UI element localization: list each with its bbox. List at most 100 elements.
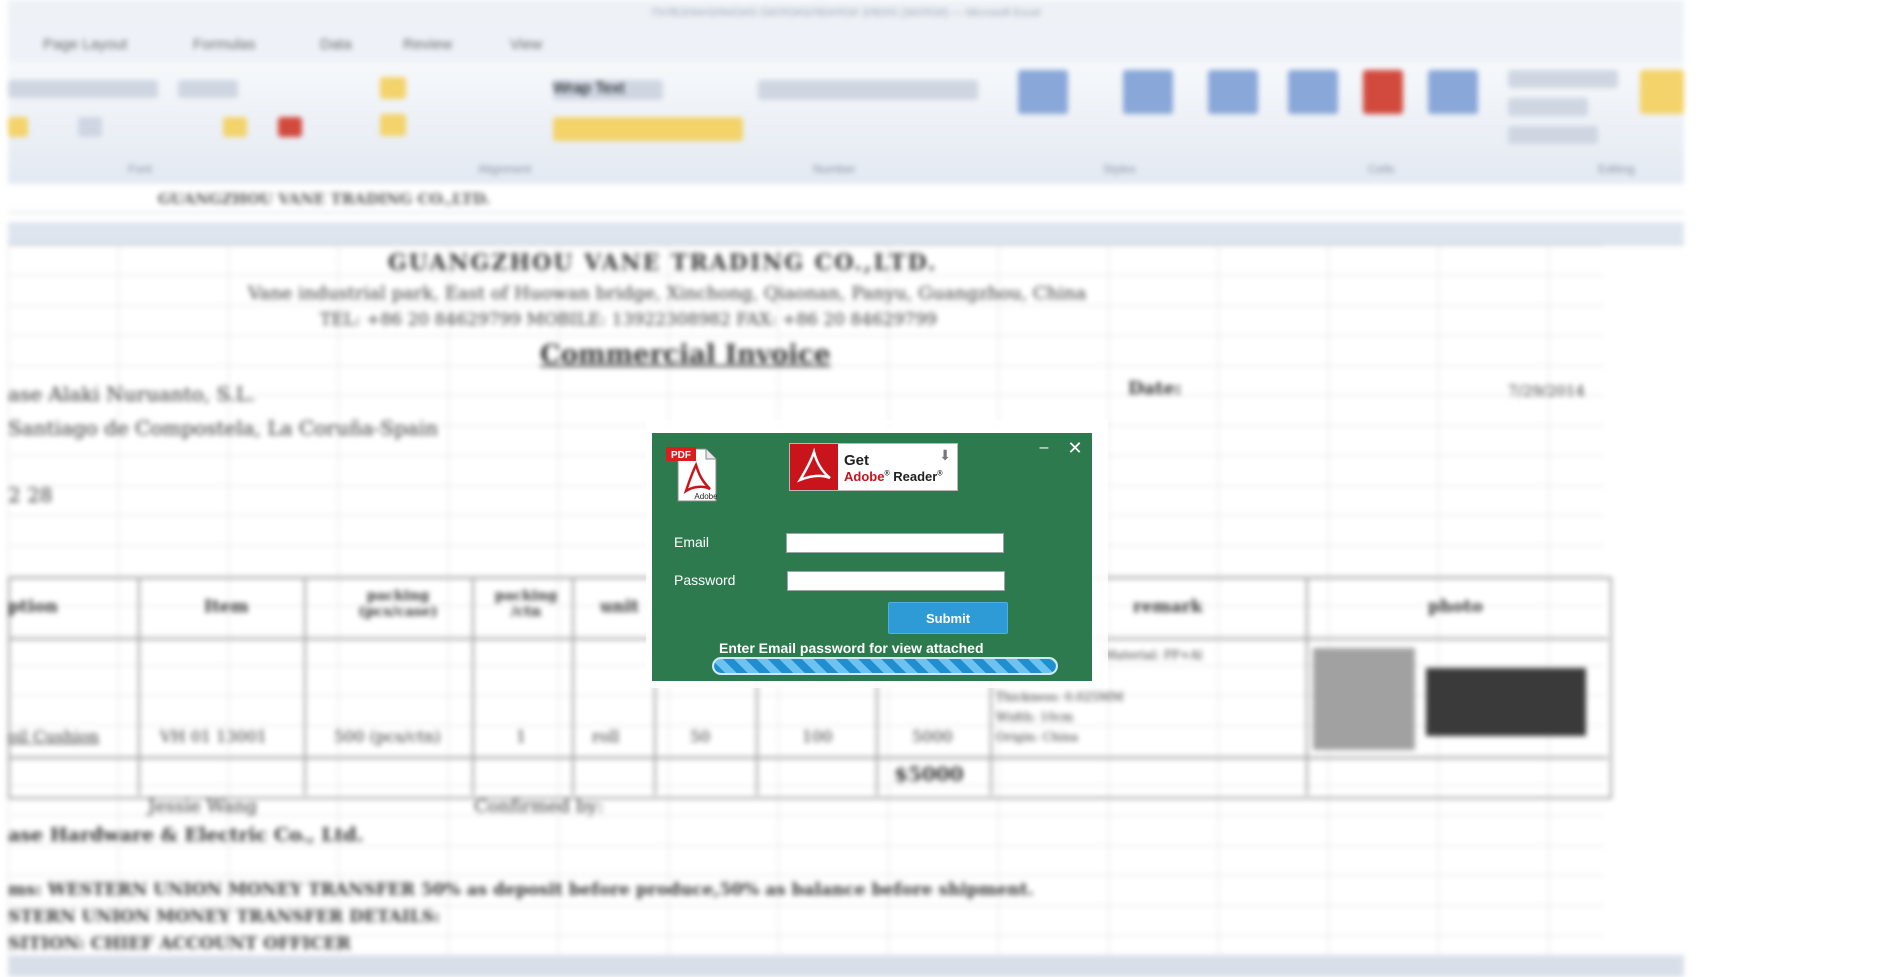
conditional-formatting-button[interactable] — [1018, 70, 1068, 114]
ribbon-group-cells: Cells — [1368, 162, 1395, 176]
download-arrow-icon: ⬇ — [939, 447, 951, 463]
progress-bar — [712, 657, 1058, 675]
signer-left: Jessie Wang — [148, 796, 258, 817]
format-cells-button[interactable] — [1428, 70, 1478, 114]
row-description: oil Cushion — [8, 727, 100, 746]
instruction-text: Enter Email password for view attached — [719, 640, 984, 656]
terms-line-1: ms: WESTERN UNION MONEY TRANSFER 50% as … — [8, 880, 1034, 900]
header-packing: packing (pcs/case) — [358, 588, 438, 620]
table-rule — [1306, 577, 1308, 795]
buyer-line-2: Santiago de Compostela, La Coruña-Spain — [8, 416, 438, 440]
table-rule — [572, 577, 574, 795]
delete-cells-button[interactable] — [1363, 70, 1403, 114]
company-contact: TEL: +86 20 84629799 MOBILE: 13922308982… — [320, 310, 937, 330]
header-packing-ctn: packing /ctn — [494, 588, 558, 620]
font-color-button[interactable] — [278, 117, 302, 137]
header-description: ption — [8, 597, 58, 617]
table-rule — [138, 577, 140, 795]
row-packing-ctn: 1 — [516, 727, 527, 746]
ribbon: Wrap Text Font Alignment Number Styles C… — [8, 62, 1684, 185]
border-button[interactable] — [78, 117, 102, 137]
ribbon-group-number: Number — [813, 162, 856, 176]
signer-company: ase Hardware & Electric Co., Ltd. — [8, 824, 364, 846]
menu-tab-data[interactable]: Data — [320, 36, 352, 53]
wrap-text-button[interactable]: Wrap Text — [553, 80, 663, 100]
merge-center-button[interactable] — [553, 117, 743, 141]
submit-button[interactable]: Submit — [888, 602, 1008, 634]
row-packing: 500 (pcs/ctn) — [334, 727, 441, 746]
formula-bar[interactable]: GUANGZHOU VANE TRADING CO.,LTD. — [8, 184, 1684, 213]
ribbon-group-font: Font — [128, 162, 153, 176]
header-unit: unit — [600, 597, 640, 617]
password-label: Password — [674, 572, 736, 588]
terms-line-2: STERN UNION MONEY TRANSFER DETAILS: — [8, 907, 441, 927]
number-format-select[interactable] — [758, 80, 978, 100]
ribbon-group-alignment: Alignment — [478, 162, 532, 176]
remark-line-4: Origin: China — [996, 730, 1079, 744]
row-unit: roll — [592, 727, 620, 746]
table-rule — [8, 757, 1608, 759]
banner-adobe-word: Adobe — [844, 469, 885, 484]
doc-title: Commercial Invoice — [540, 340, 831, 370]
formula-bar-text: GUANGZHOU VANE TRADING CO.,LTD. — [158, 190, 491, 208]
menu-tab-view[interactable]: View — [510, 36, 542, 53]
company-address: Vane industrial park, East of Huowan bri… — [248, 283, 1087, 304]
fill-button[interactable] — [1508, 98, 1588, 116]
header-photo: photo — [1428, 597, 1483, 617]
buyer-line-3: 2 28 — [8, 483, 53, 507]
date-label: Date: — [1128, 378, 1182, 399]
font-name-box[interactable] — [8, 80, 158, 98]
terms-line-3: SITION: CHIEF ACCOUNT OFFICER — [8, 934, 351, 954]
banner-reader-text: Adobe® Reader® — [844, 469, 943, 484]
align-top-button[interactable] — [380, 77, 406, 99]
product-photo-left — [1313, 648, 1415, 750]
remark-line-1: Material: PP+Al — [1104, 648, 1203, 662]
buyer-line-1: ase Alaki Nuruanto, S.L. — [8, 382, 256, 406]
row-price: 100 — [802, 727, 833, 746]
row-qty: 50 — [690, 727, 711, 746]
fill-color-button[interactable] — [223, 117, 247, 137]
minimize-button[interactable]: – — [1036, 440, 1052, 457]
clear-button[interactable] — [1508, 126, 1598, 144]
row-item: VH 01 13001 — [160, 727, 267, 746]
close-button[interactable]: ✕ — [1066, 439, 1084, 458]
login-dialog: PDF Adobe Get Adobe® Reader® ⬇ – ✕ Email… — [652, 433, 1092, 681]
align-center-button[interactable] — [380, 114, 406, 136]
company-name: GUANGZHOU VANE TRADING CO.,LTD. — [388, 250, 938, 276]
insert-cells-button[interactable] — [1288, 70, 1338, 114]
pdf-badge-text: PDF — [671, 450, 691, 461]
email-field[interactable] — [786, 533, 1004, 553]
header-item: Item — [204, 597, 249, 617]
menu-tab-page-layout[interactable]: Page Layout — [43, 36, 127, 53]
date-value: 7/29/2014 — [1508, 382, 1585, 400]
signer-right: Confirmed by: — [474, 796, 604, 817]
banner-get-text: Get — [844, 452, 870, 469]
ribbon-group-styles: Styles — [1103, 162, 1136, 176]
column-headers — [8, 222, 1684, 245]
adobe-reader-logo-icon — [790, 444, 838, 490]
password-field[interactable] — [787, 571, 1005, 591]
table-rule — [304, 577, 306, 795]
remark-line-2: Thickness: 0.025MM — [996, 690, 1124, 704]
menu-bar: Page Layout Formulas Data Review View — [8, 26, 1684, 62]
cell-styles-button[interactable] — [1208, 70, 1258, 114]
format-as-table-button[interactable] — [1123, 70, 1173, 114]
progress-fill — [714, 659, 1056, 673]
header-remark: remark — [1133, 597, 1203, 617]
pdf-icon-caption: Adobe — [694, 492, 718, 501]
pdf-file-icon: PDF Adobe — [666, 445, 718, 503]
table-rule — [472, 577, 474, 795]
menu-tab-review[interactable]: Review — [403, 36, 452, 53]
ribbon-group-editing: Editing — [1598, 162, 1635, 176]
menu-tab-formulas[interactable]: Formulas — [193, 36, 256, 53]
get-adobe-reader-banner[interactable]: Get Adobe® Reader® ⬇ — [789, 443, 958, 491]
product-photo-right — [1426, 668, 1586, 736]
row-amount: 5000 — [912, 727, 953, 746]
banner-reader-word: Reader — [893, 469, 938, 484]
bold-button[interactable] — [8, 117, 28, 137]
window-title: ПУЛЕЗЛАНЗ/IN/ОИЗ ОИ/ЛОИЗ/ЛЕИЛОИ ЗЛЕИЗ (З… — [8, 0, 1684, 26]
autosum-button[interactable] — [1508, 70, 1618, 88]
sort-filter-button[interactable] — [1640, 70, 1684, 114]
font-size-box[interactable] — [178, 80, 238, 98]
remark-line-3: Width: 10cm — [996, 710, 1074, 724]
